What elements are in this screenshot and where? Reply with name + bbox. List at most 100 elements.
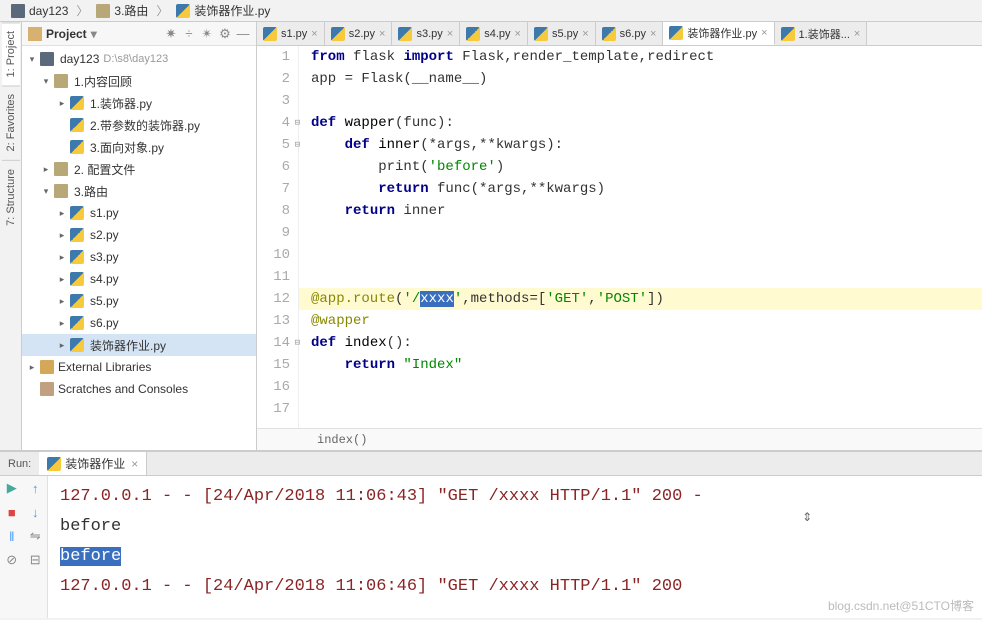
code-line[interactable]: @wapper [299, 310, 982, 332]
console-output[interactable]: ⇕ 127.0.0.1 - - [24/Apr/2018 11:06:43] "… [48, 476, 982, 618]
close-icon[interactable]: × [650, 28, 656, 40]
code-line[interactable]: def index(): [299, 332, 982, 354]
code-line[interactable]: from flask import Flask,render_template,… [299, 46, 982, 68]
tree-row[interactable]: ▸s3.py [22, 246, 256, 268]
file-tab[interactable]: s5.py× [528, 22, 596, 45]
code-line[interactable] [299, 222, 982, 244]
tree-arrow-icon[interactable]: ▸ [56, 295, 68, 307]
hide-icon[interactable]: — [236, 27, 250, 41]
tree-row[interactable]: 2.带参数的装饰器.py [22, 114, 256, 136]
close-icon[interactable]: × [447, 28, 453, 40]
code-line[interactable] [299, 398, 982, 420]
rerun-icon[interactable]: ▶ [0, 476, 24, 500]
folder-icon [54, 162, 68, 176]
close-icon[interactable]: × [582, 28, 588, 40]
tab-favorites[interactable]: 2: Favorites [2, 85, 20, 159]
run-tab[interactable]: 装饰器作业 × [39, 452, 147, 475]
fold-icon[interactable]: ⊟ [295, 332, 300, 354]
tree-arrow-icon[interactable]: ▸ [26, 361, 38, 373]
code-line[interactable]: return "Index" [299, 354, 982, 376]
tree-row[interactable]: ▾day123D:\s8\day123 [22, 48, 256, 70]
code-line[interactable]: app = Flask(__name__) [299, 68, 982, 90]
close-icon[interactable]: × [379, 28, 385, 40]
tree-row[interactable]: ▾1.内容回顾 [22, 70, 256, 92]
code-line[interactable]: @app.route('/xxxx',methods=['GET','POST'… [299, 288, 982, 310]
file-tab[interactable]: s4.py× [460, 22, 528, 45]
tree-row[interactable]: ▸装饰器作业.py [22, 334, 256, 356]
console-line[interactable]: 127.0.0.1 - - [24/Apr/2018 11:06:43] "GE… [60, 482, 970, 512]
close-icon[interactable]: × [854, 28, 860, 40]
code-line[interactable] [299, 266, 982, 288]
close-icon[interactable]: × [515, 28, 521, 40]
code-line[interactable]: return inner [299, 200, 982, 222]
tree-row[interactable]: Scratches and Consoles [22, 378, 256, 400]
tree-arrow-icon[interactable]: ▸ [40, 163, 52, 175]
tree-row[interactable]: ▸s4.py [22, 268, 256, 290]
file-tab[interactable]: s6.py× [596, 22, 664, 45]
tree-row[interactable]: ▸s5.py [22, 290, 256, 312]
tree-label: s6.py [90, 316, 119, 330]
close-icon[interactable]: × [311, 28, 317, 40]
breadcrumb-item-file[interactable]: 装饰器作业.py [170, 0, 276, 21]
code-line[interactable] [299, 244, 982, 266]
project-title[interactable]: Project ▾ [28, 27, 164, 41]
tree-arrow-icon[interactable]: ▸ [56, 207, 68, 219]
tree-row[interactable]: ▸External Libraries [22, 356, 256, 378]
tree-row[interactable]: ▸ s6.py [22, 312, 256, 334]
gear-icon[interactable]: ⚙ [218, 27, 232, 41]
code-line[interactable]: def inner(*args,**kwargs): [299, 134, 982, 156]
stop-icon[interactable]: ■ [0, 500, 24, 524]
editor-breadcrumb[interactable]: index() [257, 428, 982, 450]
tree-row[interactable]: 3.面向对象.py [22, 136, 256, 158]
file-tab[interactable]: 装饰器作业.py× [663, 22, 774, 45]
file-tab[interactable]: 1.装饰器...× [775, 22, 868, 45]
tree-arrow-icon[interactable]: ▾ [26, 53, 38, 65]
code-area[interactable]: from flask import Flask,render_template,… [299, 46, 982, 428]
tree-arrow-icon[interactable]: ▸ [56, 97, 68, 109]
tree-arrow-icon[interactable]: ▸ [56, 251, 68, 263]
wrap-icon[interactable]: ⇋ [24, 524, 48, 548]
run-label: Run: [0, 458, 39, 470]
python-icon [70, 206, 84, 220]
tree-row[interactable]: ▸2. 配置文件 [22, 158, 256, 180]
down-icon[interactable]: ↓ [24, 500, 48, 524]
code-line[interactable] [299, 376, 982, 398]
pause-icon[interactable]: ‖ [0, 524, 24, 548]
tree-arrow-icon[interactable]: ▸ [56, 273, 68, 285]
tree-row[interactable]: ▾3.路由 [22, 180, 256, 202]
tree-arrow-icon[interactable]: ▸ [56, 339, 68, 351]
console-line[interactable]: before [60, 512, 970, 542]
console-line[interactable]: before [60, 542, 970, 572]
file-tab[interactable]: s2.py× [325, 22, 393, 45]
close-icon[interactable]: × [131, 457, 138, 471]
divide-icon[interactable]: ÷ [182, 27, 196, 41]
editor-body[interactable]: 1234⊟5⊟67891011121314⊟151617 from flask … [257, 46, 982, 428]
code-line[interactable]: return func(*args,**kwargs) [299, 178, 982, 200]
file-tab[interactable]: s1.py× [257, 22, 325, 45]
tab-project[interactable]: 1: Project [2, 22, 20, 85]
dropdown-icon[interactable]: ▾ [91, 27, 97, 41]
collapse-icon[interactable]: ⊟ [24, 548, 48, 572]
tree-arrow-icon[interactable]: ▸ [56, 229, 68, 241]
fold-icon[interactable]: ⊟ [295, 134, 300, 156]
close-icon[interactable]: × [761, 27, 767, 39]
tab-structure[interactable]: 7: Structure [2, 160, 20, 234]
code-line[interactable]: print('before') [299, 156, 982, 178]
tree-row[interactable]: ▸s2.py [22, 224, 256, 246]
tree-arrow-icon[interactable]: ▾ [40, 75, 52, 87]
tree-row[interactable]: ▸s1.py [22, 202, 256, 224]
breadcrumb-item-root[interactable]: day123 [5, 2, 74, 20]
collapse-icon[interactable]: ✷ [164, 27, 178, 41]
file-tab[interactable]: s3.py× [392, 22, 460, 45]
tree-arrow-icon[interactable]: ▾ [40, 185, 52, 197]
tree-row[interactable]: ▸1.装饰器.py [22, 92, 256, 114]
breadcrumb-item-folder[interactable]: 3.路由 [90, 0, 154, 21]
project-tree[interactable]: ▾day123D:\s8\day123▾1.内容回顾▸1.装饰器.py 2.带参… [22, 46, 256, 450]
code-line[interactable] [299, 90, 982, 112]
fold-icon[interactable]: ⊟ [295, 112, 300, 134]
target-icon[interactable]: ✴ [200, 27, 214, 41]
tree-arrow-icon[interactable]: ▸ [56, 317, 68, 329]
clear-icon[interactable]: ⊘ [0, 548, 24, 572]
up-icon[interactable]: ↑ [24, 476, 48, 500]
code-line[interactable]: def wapper(func): [299, 112, 982, 134]
